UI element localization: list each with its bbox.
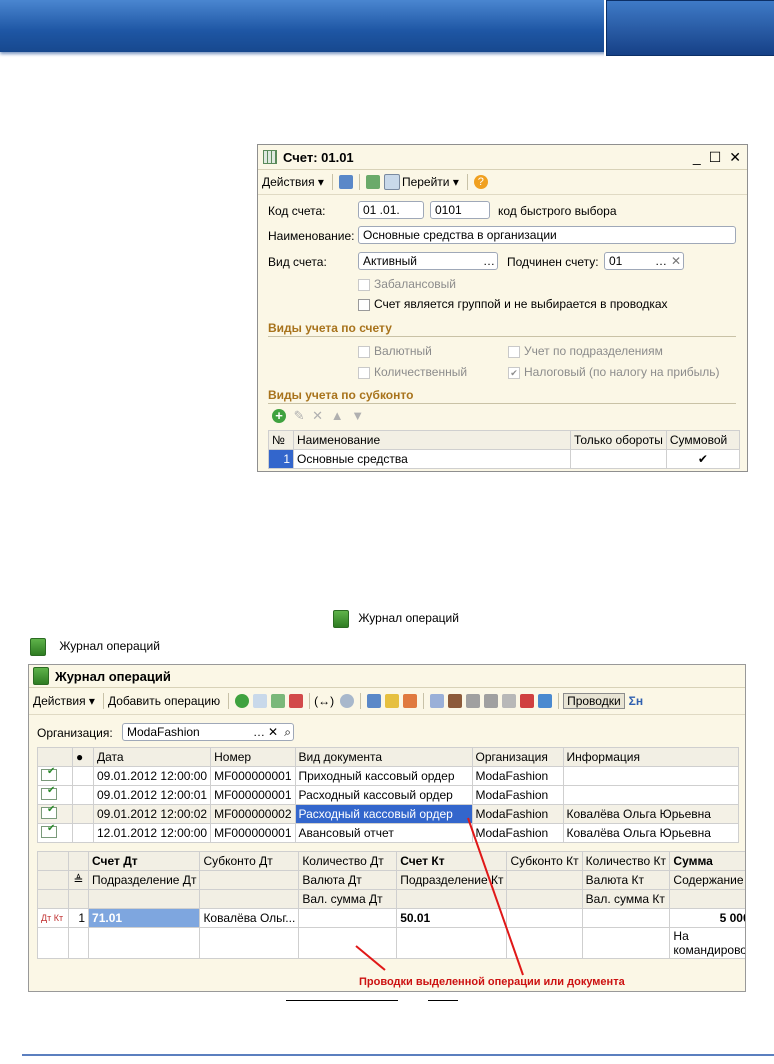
divider [286,1000,398,1001]
annotation-arrows [355,817,524,976]
divider [428,1000,458,1001]
annotation-arrow [355,945,386,971]
annotation-arrow [467,817,524,976]
footer-rule [22,1054,774,1056]
